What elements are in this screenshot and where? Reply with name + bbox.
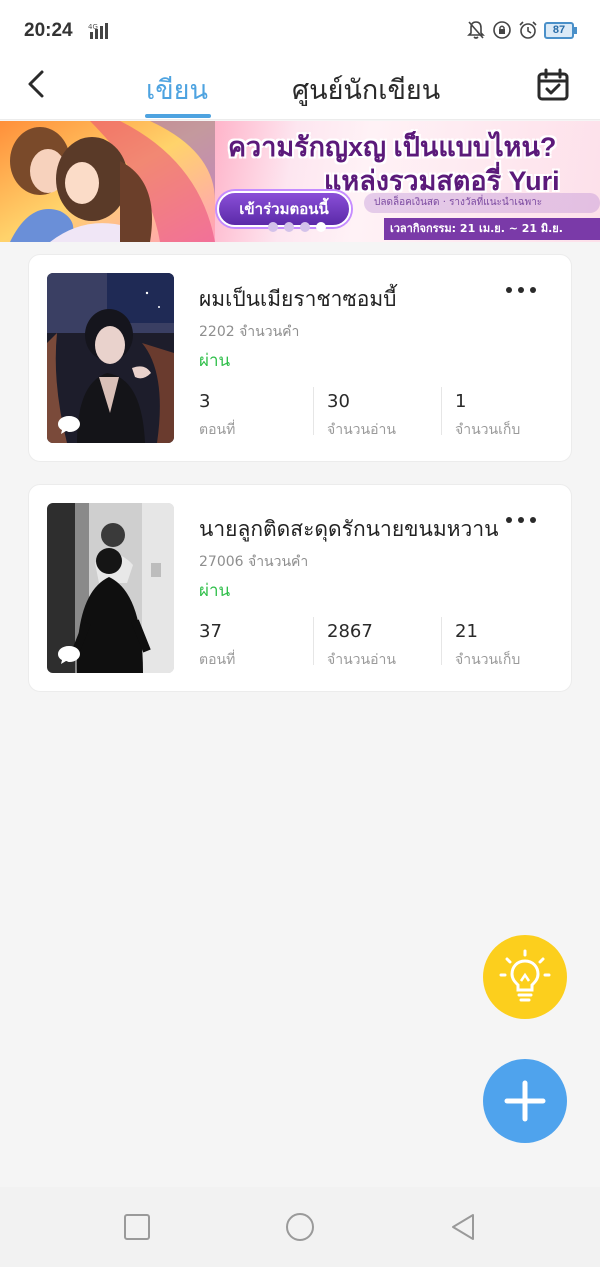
more-options-icon[interactable]	[501, 509, 541, 531]
back-icon[interactable]	[22, 64, 52, 104]
banner-dot	[268, 222, 278, 232]
lock-rotation-icon	[493, 21, 511, 39]
story-status: ผ่าน	[199, 351, 231, 371]
stat-value: 21	[455, 621, 478, 642]
story-cover	[47, 273, 174, 443]
story-word-count: 27006 จำนวนคำ	[199, 554, 309, 570]
idea-button[interactable]	[483, 935, 567, 1019]
story-cover	[47, 503, 174, 673]
story-word-count: 2202 จำนวนคำ	[199, 324, 300, 340]
system-nav-bar	[0, 1187, 600, 1267]
story-stats: 3 ตอนที่ 30 จำนวนอ่าน 1 จำนวนเก็บ	[199, 387, 571, 439]
banner-pagination	[268, 222, 326, 232]
top-header: เขียน ศูนย์นักเขียน	[0, 60, 600, 120]
bell-off-icon	[467, 21, 485, 39]
comment-bubble-icon	[58, 416, 80, 434]
banner-subtitle: ปลดล็อคเงินสด · รางวัลที่แนะนำเฉพาะ	[364, 193, 600, 213]
story-card[interactable]: นายลูกติดสะดุดรักนายขนมหวาน 27006 จำนวนค…	[28, 484, 572, 692]
lightbulb-icon	[499, 949, 551, 1002]
stat-value: 3	[199, 391, 211, 412]
story-status: ผ่าน	[199, 581, 231, 601]
comment-bubble-icon	[58, 646, 80, 664]
stat-label: จำนวนอ่าน	[327, 652, 396, 668]
stat-divider	[441, 617, 442, 665]
tab-writer-center[interactable]: ศูนย์นักเขียน	[292, 68, 440, 111]
story-title: นายลูกติดสะดุดรักนายขนมหวาน	[199, 517, 499, 541]
tab-write[interactable]: เขียน	[146, 68, 208, 111]
promo-banner[interactable]: ความรักญxญ เป็นแบบไหน? แหล่งรวมสตอรี่ Yu…	[0, 121, 600, 242]
story-stats: 37 ตอนที่ 2867 จำนวนอ่าน 21 จำนวนเก็บ	[199, 617, 571, 669]
stat-value: 2867	[327, 621, 373, 642]
calendar-check-icon[interactable]	[536, 68, 570, 102]
stat-value: 30	[327, 391, 350, 412]
stat-value: 37	[199, 621, 222, 642]
recent-apps-icon[interactable]	[121, 1211, 153, 1243]
banner-dot	[284, 222, 294, 232]
plus-icon	[504, 1080, 546, 1122]
stat-label: จำนวนอ่าน	[327, 422, 396, 438]
story-title: ผมเป็นเมียราชาซอมบี้	[199, 287, 397, 311]
stat-label: จำนวนเก็บ	[455, 422, 521, 438]
alarm-icon	[519, 21, 537, 39]
banner-illustration	[0, 121, 215, 242]
stat-label: จำนวนเก็บ	[455, 652, 521, 668]
signal-icon: 4G	[88, 23, 108, 39]
add-story-button[interactable]	[483, 1059, 567, 1143]
stat-value: 1	[455, 391, 467, 412]
story-card[interactable]: ผมเป็นเมียราชาซอมบี้ 2202 จำนวนคำ ผ่าน 3…	[28, 254, 572, 462]
battery-indicator: 87	[544, 21, 577, 39]
status-icons: 87	[466, 20, 577, 40]
banner-dot-active	[316, 222, 326, 232]
stat-label: ตอนที่	[199, 422, 236, 438]
stat-divider	[441, 387, 442, 435]
more-options-icon[interactable]	[501, 279, 541, 301]
back-nav-icon[interactable]	[447, 1211, 479, 1243]
stat-divider	[313, 387, 314, 435]
banner-dot	[300, 222, 310, 232]
banner-date: เวลากิจกรรม: 21 เม.ย. ~ 21 มิ.ย.	[384, 218, 600, 240]
home-icon[interactable]	[284, 1211, 316, 1243]
status-time: 20:24	[24, 20, 73, 41]
stat-divider	[313, 617, 314, 665]
stat-label: ตอนที่	[199, 652, 236, 668]
status-bar: 20:24 4G 87	[0, 0, 600, 60]
active-tab-indicator	[145, 114, 211, 118]
